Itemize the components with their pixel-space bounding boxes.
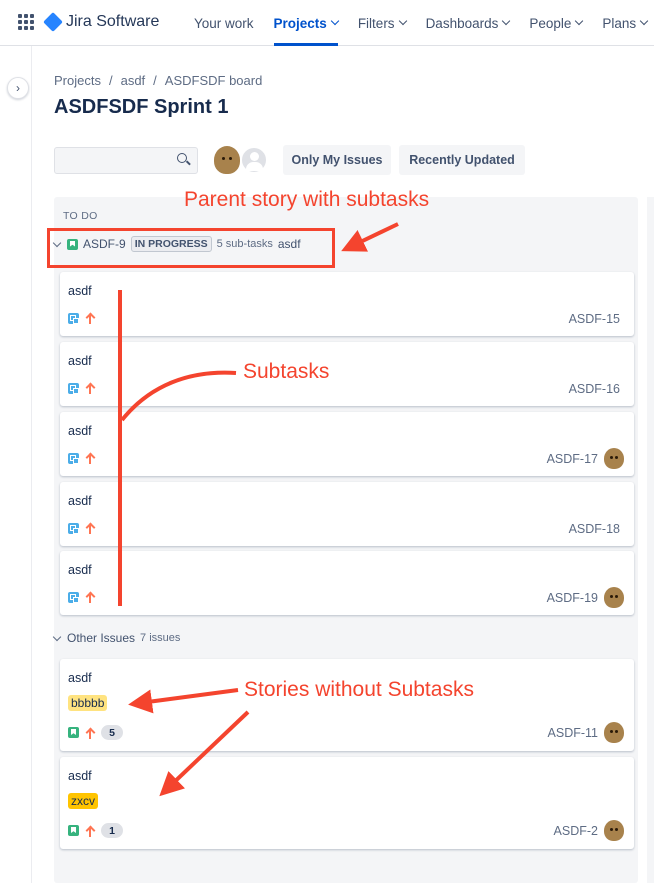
subtask-card[interactable]: asdf ASDF-15: [60, 272, 634, 336]
nav-plans[interactable]: Plans: [602, 0, 649, 46]
card-title: asdf: [68, 284, 92, 298]
card-icons: [68, 452, 95, 464]
story-points-badge: 1: [101, 823, 123, 838]
priority-high-icon: [85, 727, 95, 739]
annotation-parent: Parent story with subtasks: [184, 188, 430, 211]
priority-high-icon: [85, 522, 95, 534]
page-title: ASDFSDF Sprint 1: [54, 96, 229, 118]
chevron-down-icon: [639, 16, 649, 26]
card-icons: [68, 312, 95, 324]
assignee-avatar[interactable]: [604, 820, 624, 841]
chevron-right-icon: ›: [16, 81, 20, 95]
label-chip: bbbbb: [68, 695, 108, 711]
story-points-badge: 5: [101, 725, 123, 740]
issue-key: ASDF-18: [568, 522, 620, 536]
card-icons: [68, 522, 95, 534]
chevron-down-icon[interactable]: [52, 632, 62, 641]
breadcrumb-projects[interactable]: Projects: [54, 73, 101, 88]
assignee-avatar[interactable]: [604, 448, 624, 469]
priority-high-icon: [85, 452, 95, 464]
other-issues-row[interactable]: Other Issues 7 issues: [52, 631, 181, 645]
annotation-stories: Stories without Subtasks: [244, 678, 474, 701]
subtask-card[interactable]: asdf ASDF-18: [60, 482, 634, 546]
priority-high-icon: [85, 382, 95, 394]
subtask-icon: [68, 452, 79, 464]
card-title: asdf: [68, 494, 92, 508]
subtask-icon: [68, 591, 79, 603]
subtask-icon: [68, 522, 79, 534]
priority-high-icon: [85, 591, 95, 603]
story-icon: [68, 825, 79, 836]
nav-people[interactable]: People: [529, 0, 584, 46]
next-column: [647, 197, 654, 883]
issue-key: ASDF-15: [568, 312, 620, 326]
other-issues-label: Other Issues: [67, 631, 136, 645]
nav-your-work[interactable]: Your work: [194, 0, 254, 46]
top-navigation: Jira Software Your work Projects Filters…: [0, 0, 654, 46]
story-card[interactable]: asdf bbbbb 5 ASDF-11: [60, 659, 634, 751]
card-title: asdf: [68, 563, 92, 577]
breadcrumb-project[interactable]: asdf: [121, 73, 146, 88]
priority-high-icon: [85, 825, 95, 837]
subtask-card[interactable]: asdf ASDF-19: [60, 551, 634, 615]
nav-items: Your work Projects Filters Dashboards Pe…: [194, 0, 654, 46]
other-issues-count: 7 issues: [140, 632, 181, 644]
expand-sidebar-button[interactable]: ›: [7, 77, 29, 99]
story-icon: [68, 727, 79, 738]
card-title: asdf: [68, 671, 92, 685]
nav-projects[interactable]: Projects: [273, 0, 340, 46]
issue-key: ASDF-16: [568, 382, 620, 396]
breadcrumb-separator: /: [153, 73, 157, 88]
breadcrumb-board[interactable]: ASDFSDF board: [165, 73, 263, 88]
story-card[interactable]: asdf zxcv 1 ASDF-2: [60, 757, 634, 849]
issue-key: ASDF-19: [546, 591, 598, 605]
annotation-subtasks: Subtasks: [243, 360, 330, 383]
chevron-down-icon: [502, 16, 511, 26]
nav-dashboards[interactable]: Dashboards: [426, 0, 511, 46]
search-input[interactable]: [54, 147, 198, 174]
card-icons: 5: [68, 725, 123, 740]
nav-filters[interactable]: Filters: [358, 0, 407, 46]
card-icons: 1: [68, 823, 123, 838]
assignee-avatar[interactable]: [604, 587, 624, 608]
subtask-icon: [68, 382, 79, 394]
priority-high-icon: [85, 312, 95, 324]
avatar[interactable]: [214, 146, 240, 174]
avatar-unassigned[interactable]: [240, 146, 268, 174]
jira-logo-icon: [43, 12, 63, 32]
chevron-down-icon: [330, 16, 340, 26]
breadcrumb: Projects / asdf / ASDFSDF board: [54, 73, 262, 88]
subtask-card[interactable]: asdf ASDF-17: [60, 412, 634, 476]
issue-key: ASDF-2: [553, 824, 598, 838]
card-title: asdf: [68, 769, 92, 783]
issue-key: ASDF-17: [546, 452, 598, 466]
chevron-down-icon: [575, 16, 584, 26]
card-title: asdf: [68, 424, 92, 438]
column-header: TO DO: [63, 210, 98, 222]
only-my-issues-button[interactable]: Only My Issues: [283, 145, 391, 175]
issue-key: ASDF-11: [547, 726, 598, 740]
annotation-box: [47, 228, 335, 268]
card-icons: [68, 382, 95, 394]
assignee-avatar[interactable]: [604, 722, 624, 743]
jira-logo[interactable]: Jira Software: [43, 12, 160, 32]
sidebar-divider: [31, 46, 32, 883]
chevron-down-icon: [398, 16, 407, 26]
card-icons: [68, 591, 95, 603]
breadcrumb-separator: /: [108, 73, 113, 88]
subtask-card[interactable]: asdf ASDF-16: [60, 342, 634, 406]
search-icon: [177, 153, 187, 163]
logo-text: Jira Software: [66, 13, 160, 30]
subtask-icon: [68, 312, 79, 324]
label-chip: zxcv: [68, 793, 98, 809]
card-title: asdf: [68, 354, 92, 368]
app-switcher-icon[interactable]: [18, 14, 34, 30]
recently-updated-button[interactable]: Recently Updated: [399, 145, 525, 175]
